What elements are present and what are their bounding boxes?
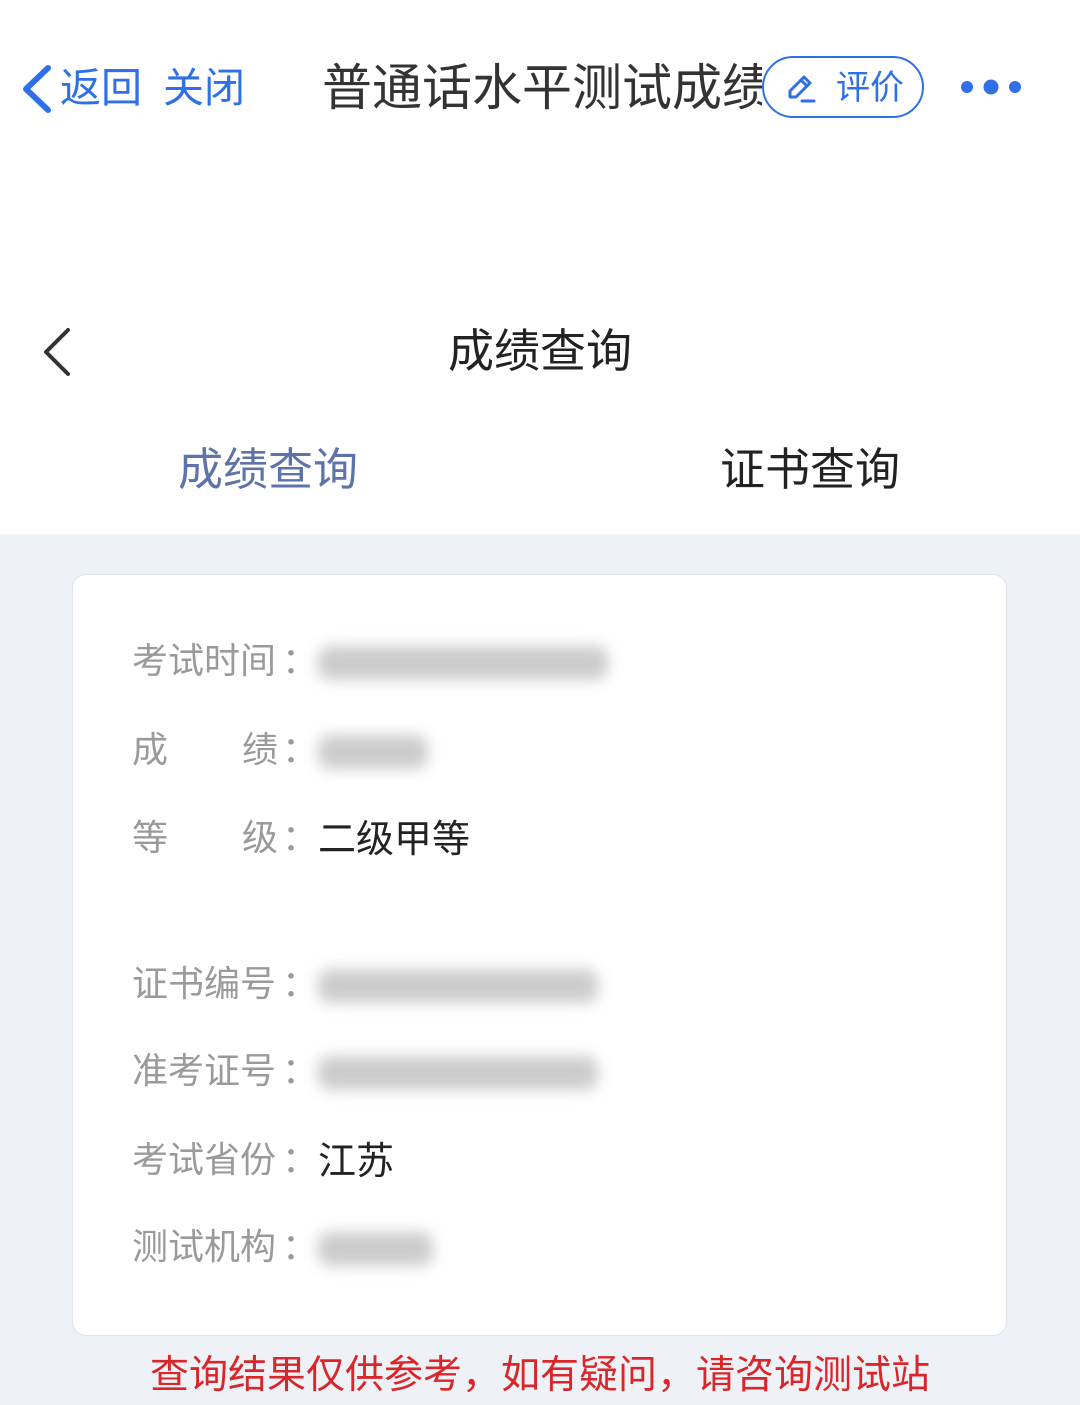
back-chevron-icon[interactable] xyxy=(18,64,54,114)
admission-number-redacted xyxy=(318,1056,598,1090)
score-value-redacted xyxy=(318,735,428,769)
score-label-first: 成 xyxy=(132,730,169,771)
rate-button[interactable]: 评价 xyxy=(762,56,924,118)
colon: ： xyxy=(282,641,319,682)
colon: ： xyxy=(282,1227,319,1268)
rate-label: 评价 xyxy=(836,68,904,108)
institution-value-redacted xyxy=(318,1232,433,1266)
result-card: 考试时间 ： 成 绩 ： 等 级 ： 二级甲等 证书编号 ： 准考证号 ： 考试… xyxy=(72,574,1007,1336)
edit-icon xyxy=(788,75,816,103)
institution-label: 测试机构 xyxy=(132,1227,277,1268)
back-button[interactable]: 返回 xyxy=(60,62,142,114)
exam-time-value-redacted xyxy=(318,646,608,680)
close-button[interactable]: 关闭 xyxy=(163,62,245,114)
colon: ： xyxy=(282,1140,319,1181)
grade-label-second: 级 xyxy=(242,818,279,859)
certificate-number-redacted xyxy=(318,969,598,1003)
province-value: 江苏 xyxy=(318,1139,395,1183)
grade-row: 等 级 ： 二级甲等 xyxy=(132,809,952,869)
admission-number-label: 准考证号 xyxy=(132,1051,277,1092)
disclaimer-notice: 查询结果仅供参考，如有疑问，请咨询测试站 xyxy=(149,1353,930,1398)
exam-time-label: 考试时间 xyxy=(132,641,277,682)
certificate-number-row: 证书编号 ： xyxy=(132,955,952,1015)
tab-certificate-query[interactable]: 证书查询 xyxy=(720,440,900,500)
certificate-number-label: 证书编号 xyxy=(132,964,277,1005)
score-row: 成 绩 ： xyxy=(132,721,952,781)
page-title: 成绩查询 xyxy=(448,324,632,378)
colon: ： xyxy=(282,1051,319,1092)
colon: ： xyxy=(282,730,319,771)
score-label-second: 绩 xyxy=(242,730,279,771)
navigation-bar: 返回 关闭 普通话水平测试成绩 评价 xyxy=(0,0,1080,175)
grade-value: 二级甲等 xyxy=(318,817,471,861)
colon: ： xyxy=(282,964,319,1005)
institution-row: 测试机构 ： xyxy=(132,1218,952,1278)
province-row: 考试省份 ： 江苏 xyxy=(132,1131,952,1191)
exam-time-row: 考试时间 ： xyxy=(132,632,952,692)
grade-label-first: 等 xyxy=(132,818,169,859)
province-label: 考试省份 xyxy=(132,1140,277,1181)
nav-title: 普通话水平测试成绩 xyxy=(322,59,762,117)
more-icon[interactable] xyxy=(958,74,1024,100)
admission-number-row: 准考证号 ： xyxy=(132,1042,952,1102)
colon: ： xyxy=(282,818,319,859)
page-header: 成绩查询 xyxy=(0,300,1080,400)
tab-score-query[interactable]: 成绩查询 xyxy=(178,440,358,500)
